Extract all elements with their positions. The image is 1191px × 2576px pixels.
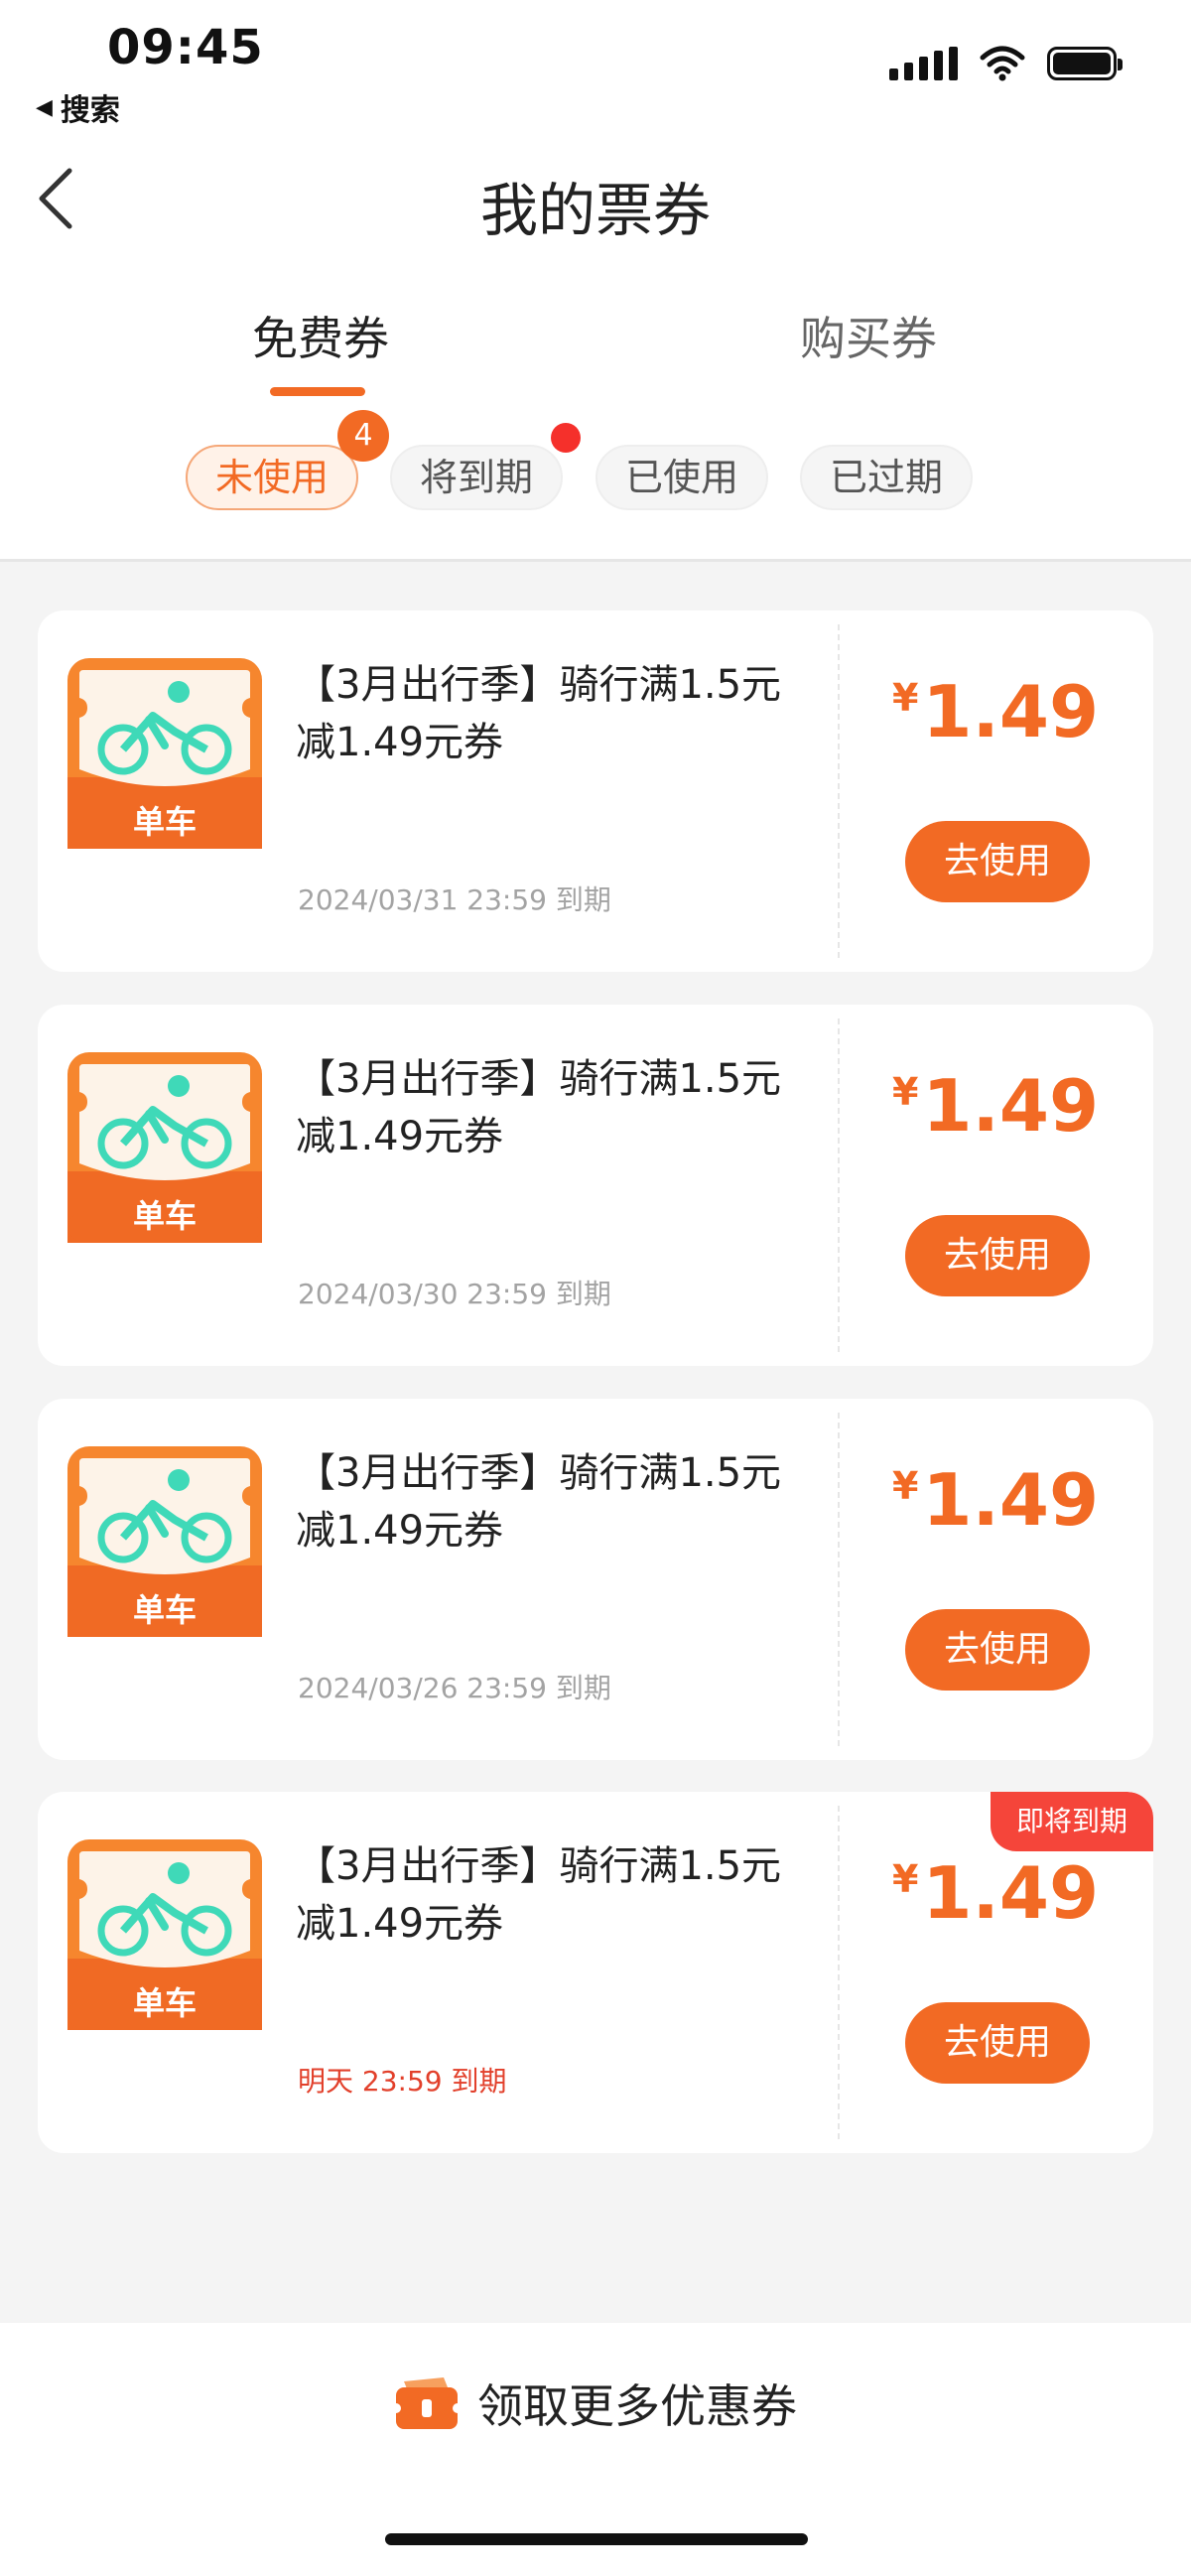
coupon-title: 【3月出行季】骑行满1.5元减1.49元券 <box>296 662 782 765</box>
status-back-label: 搜索 <box>60 93 120 128</box>
expiring-soon-tag: 即将到期 <box>991 1792 1153 1851</box>
coupon-title: 【3月出行季】骑行满1.5元减1.49元券 <box>296 1450 782 1554</box>
tab-purchased-coupons[interactable]: 购买券 <box>739 303 997 368</box>
unused-count-badge: 4 <box>337 410 389 462</box>
coupon-amount: 1.49 <box>922 1458 1100 1542</box>
bike-icon-label: 单车 <box>132 803 197 841</box>
expiring-notification-dot <box>551 423 581 453</box>
coupon-card[interactable]: 单车 【3月出行季】骑行满1.5元减1.49元券 2024/03/30 23:5… <box>38 1005 1153 1366</box>
use-coupon-button[interactable]: 去使用 <box>905 821 1090 902</box>
wifi-icon <box>980 46 1025 81</box>
coupon-title: 【3月出行季】骑行满1.5元减1.49元券 <box>296 1843 782 1947</box>
coupon-card[interactable]: 单车 【3月出行季】骑行满1.5元减1.49元券 明天 23:59 到期 ¥1.… <box>38 1792 1153 2153</box>
bike-icon-label: 单车 <box>132 1197 197 1235</box>
currency-symbol: ¥ <box>891 1464 919 1508</box>
coupon-expiry: 明天 23:59 到期 <box>298 2065 507 2098</box>
filter-used[interactable]: 已使用 <box>596 445 768 510</box>
get-more-coupons-label: 领取更多优惠券 <box>477 2379 797 2433</box>
coupon-ticket-icon <box>394 2377 460 2429</box>
coupon-amount: 1.49 <box>922 1851 1100 1935</box>
home-indicator <box>385 2533 808 2545</box>
coupon-amount: 1.49 <box>922 1064 1100 1148</box>
page-title: 我的票券 <box>479 177 711 244</box>
coupon-price: ¥1.49 <box>838 670 1153 753</box>
coupon-title: 【3月出行季】骑行满1.5元减1.49元券 <box>296 1056 782 1159</box>
currency-symbol: ¥ <box>891 1857 919 1901</box>
coupon-card[interactable]: 单车 【3月出行季】骑行满1.5元减1.49元券 2024/03/26 23:5… <box>38 1399 1153 1760</box>
header-divider <box>0 559 1191 562</box>
active-tab-indicator <box>270 387 365 396</box>
currency-symbol: ¥ <box>891 1070 919 1114</box>
status-icons <box>889 46 1123 81</box>
triangle-left-icon: ◀ <box>36 94 53 120</box>
filter-expired[interactable]: 已过期 <box>800 445 973 510</box>
bike-icon-label: 单车 <box>132 1984 197 2022</box>
use-coupon-button[interactable]: 去使用 <box>905 1609 1090 1691</box>
coupon-price: ¥1.49 <box>838 1064 1153 1148</box>
get-more-coupons-button[interactable]: 领取更多优惠券 <box>0 2371 1191 2436</box>
status-time: 09:45 <box>107 20 264 75</box>
coupon-expiry: 2024/03/26 23:59 到期 <box>298 1672 611 1704</box>
cellular-signal-icon <box>889 47 958 80</box>
tab-free-coupons[interactable]: 免费券 <box>192 303 450 368</box>
bike-icon-label: 单车 <box>132 1591 197 1629</box>
coupon-expiry: 2024/03/31 23:59 到期 <box>298 883 611 916</box>
use-coupon-button[interactable]: 去使用 <box>905 2002 1090 2084</box>
battery-icon <box>1047 47 1123 80</box>
filter-expiring-soon[interactable]: 将到期 <box>390 445 563 510</box>
status-back-to-search[interactable]: ◀ 搜索 <box>36 85 120 129</box>
filter-unused[interactable]: 未使用 <box>186 445 358 510</box>
currency-symbol: ¥ <box>891 676 919 720</box>
coupon-price: ¥1.49 <box>838 1851 1153 1935</box>
coupon-price: ¥1.49 <box>838 1458 1153 1542</box>
coupon-amount: 1.49 <box>922 670 1100 753</box>
use-coupon-button[interactable]: 去使用 <box>905 1215 1090 1296</box>
coupon-expiry: 2024/03/30 23:59 到期 <box>298 1278 611 1310</box>
coupon-card[interactable]: 单车 【3月出行季】骑行满1.5元减1.49元券 2024/03/31 23:5… <box>38 610 1153 972</box>
